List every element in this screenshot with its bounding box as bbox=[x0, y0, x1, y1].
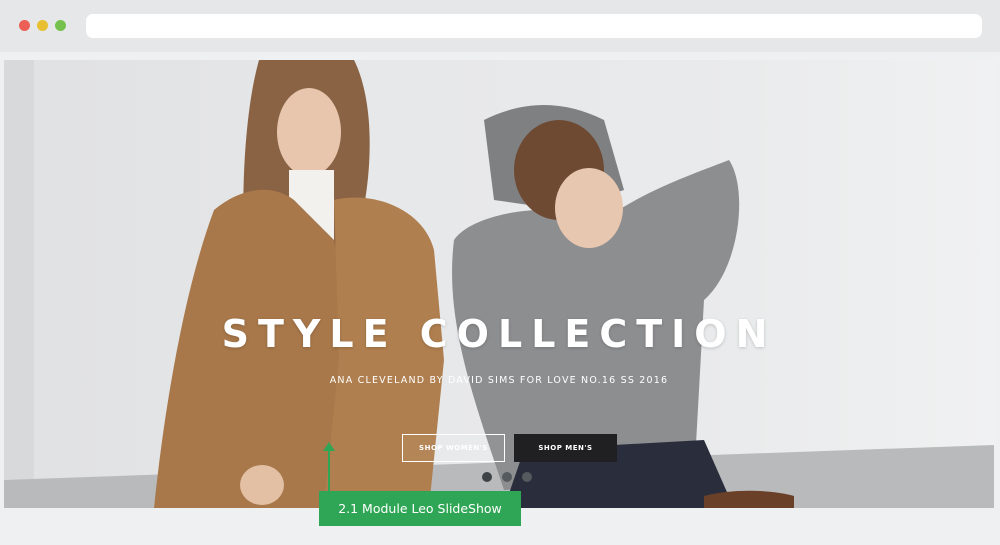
slide-dot-1[interactable] bbox=[482, 472, 492, 482]
slide-dot-3[interactable] bbox=[522, 472, 532, 482]
annotation-arrow-line bbox=[328, 448, 330, 492]
browser-chrome bbox=[0, 0, 1000, 52]
slide-dot-2[interactable] bbox=[502, 472, 512, 482]
shop-womens-button[interactable]: SHOP WOMEN'S bbox=[402, 434, 505, 462]
annotation-label: 2.1 Module Leo SlideShow bbox=[319, 491, 521, 526]
address-bar[interactable] bbox=[86, 14, 982, 38]
window-close-dot[interactable] bbox=[19, 20, 30, 31]
window-maximize-dot[interactable] bbox=[55, 20, 66, 31]
hero-slideshow[interactable]: STYLE COLLECTION ANA CLEVELAND BY DAVID … bbox=[4, 60, 994, 508]
slide-subheadline: ANA CLEVELAND BY DAVID SIMS FOR LOVE NO.… bbox=[329, 375, 669, 386]
slide-headline: STYLE COLLECTION bbox=[221, 312, 777, 356]
shop-mens-button[interactable]: SHOP MEN'S bbox=[514, 434, 617, 462]
window-minimize-dot[interactable] bbox=[37, 20, 48, 31]
